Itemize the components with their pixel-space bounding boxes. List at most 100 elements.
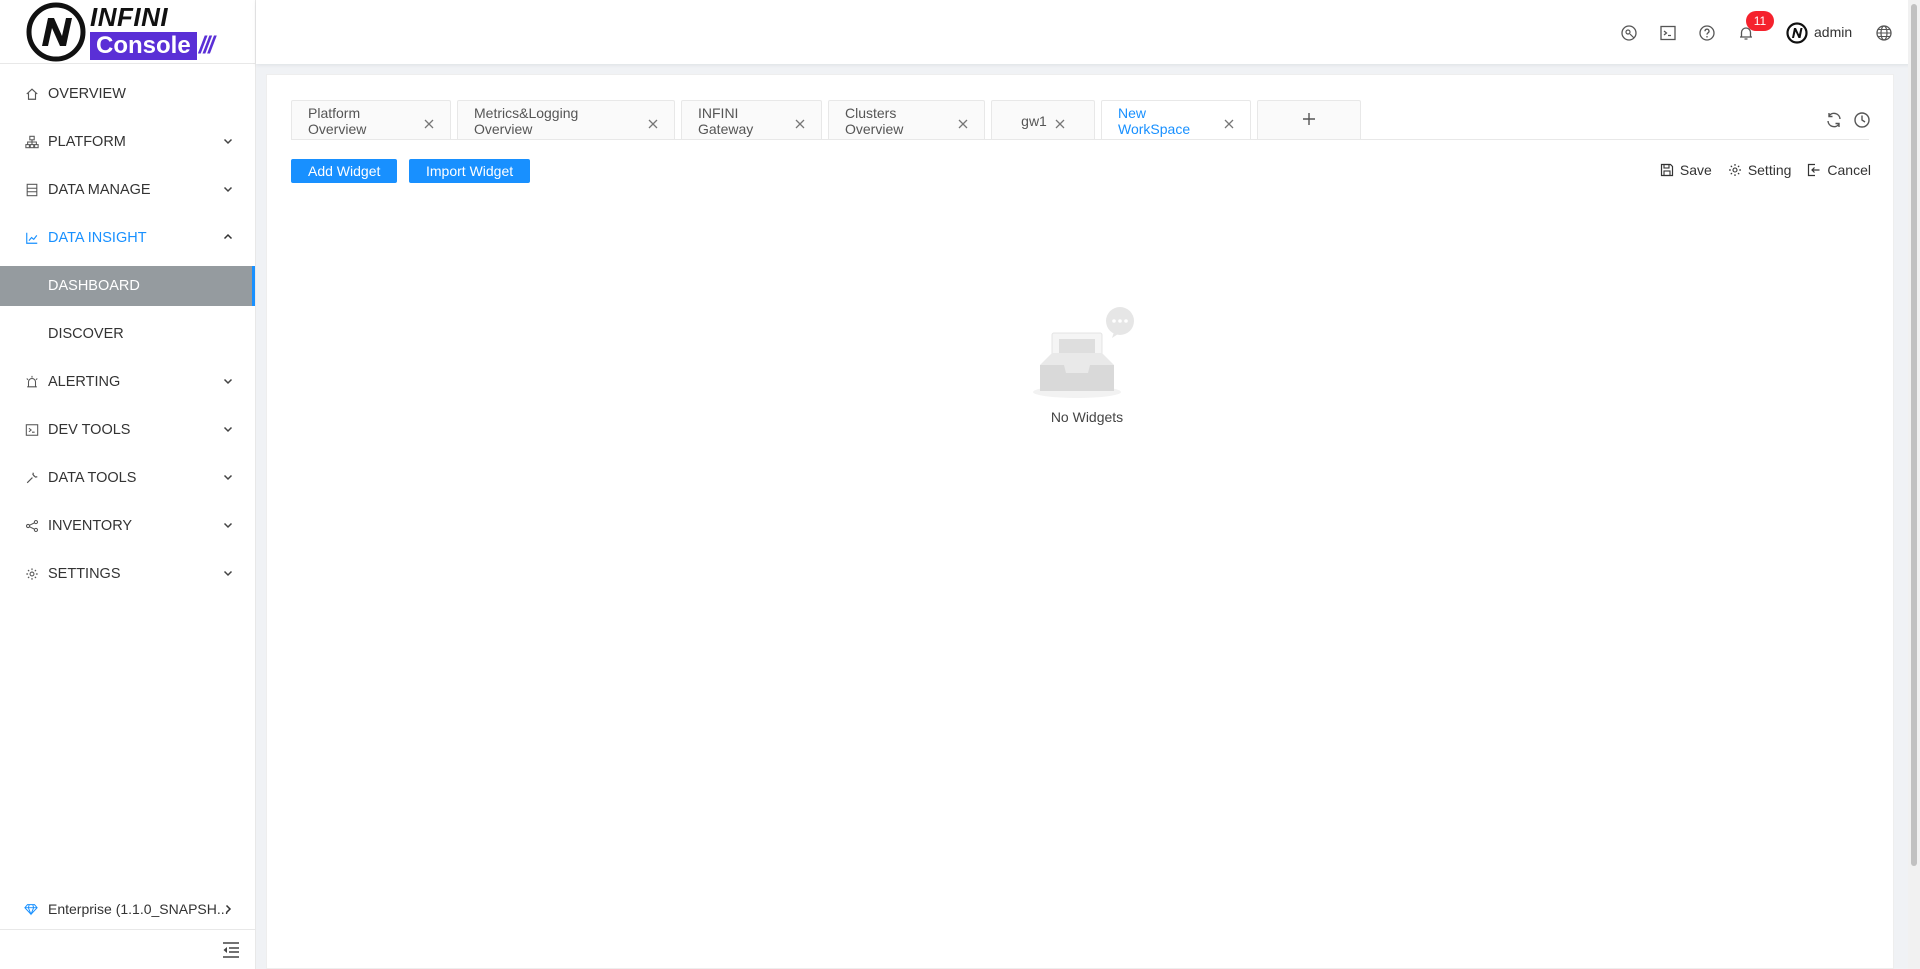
brand-name-bottom: Console [90,31,197,60]
globe-icon[interactable] [1875,24,1893,42]
sidebar-item-inventory[interactable]: INVENTORY [0,506,255,546]
sidebar-item-dashboard[interactable]: DASHBOARD [0,266,255,306]
close-icon[interactable] [424,116,434,128]
workspace-actions: Save Setting Cancel [1660,162,1871,178]
setting-button[interactable]: Setting [1728,162,1792,178]
chevron-down-icon [221,422,235,436]
import-widget-button[interactable]: Import Widget [409,159,531,183]
menu-fold-icon[interactable] [221,941,241,959]
chevron-down-icon [221,182,235,196]
sidebar-item-overview[interactable]: OVERVIEW [0,74,255,114]
chevron-right-icon [221,902,235,916]
sidebar: INFINI Console /// OVERVIEW PLATFORM DAT… [0,0,256,969]
tab-label: Platform Overview [308,104,367,137]
empty-state: No Widgets [1027,303,1147,425]
tab-label: gw1 [1021,112,1047,129]
chevron-down-icon [221,470,235,484]
tool-icon [24,470,40,486]
tab-metrics-logging-overview[interactable]: Metrics&Logging Overview [457,100,675,140]
sidebar-item-label: DISCOVER [48,326,124,342]
close-icon[interactable] [1224,116,1234,128]
empty-inbox-icon [1033,307,1134,398]
add-tab-button[interactable] [1257,100,1361,140]
sidebar-item-label: DEV TOOLS [48,422,131,438]
brand-logo[interactable]: INFINI Console /// [0,0,255,64]
sidebar-item-label: PLATFORM [48,134,126,150]
chevron-up-icon [221,230,235,244]
sidebar-item-label: OVERVIEW [48,86,126,102]
empty-state-text: No Widgets [1050,409,1124,425]
share-icon [24,518,40,534]
gear-icon [1728,163,1742,177]
refresh-icon[interactable] [1825,111,1843,129]
sidebar-item-label: DATA INSIGHT [48,230,147,246]
sitemap-icon [24,134,40,150]
save-label: Save [1679,162,1712,178]
sidebar-item-label: ALERTING [48,374,121,390]
brand-name-top: INFINI [90,1,169,32]
help-icon[interactable] [1698,24,1716,42]
sidebar-item-alerting[interactable]: ALERTING [0,362,255,402]
diamond-icon [24,901,40,917]
tab-label: Metrics&Logging Overview [474,104,579,137]
save-icon [1660,163,1674,177]
collapse-sidebar-row [0,929,255,969]
chart-icon [24,230,40,246]
plus-icon [1302,109,1316,132]
close-icon[interactable] [648,116,658,128]
sidebar-item-settings[interactable]: SETTINGS [0,554,255,594]
cluster-icon[interactable] [1620,24,1638,42]
tab-label: Clusters Overview [845,104,904,137]
terminal-icon [24,422,40,438]
tab-label: New WorkSpace [1118,104,1191,137]
home-icon [24,86,40,102]
chevron-down-icon [221,374,235,388]
close-icon[interactable] [958,116,968,128]
version-label: Enterprise (1.1.0_SNAPSH... [48,901,229,917]
tab-gw1[interactable]: gw1 [991,100,1095,140]
sidebar-item-discover[interactable]: DISCOVER [0,314,255,354]
user-avatar-icon[interactable] [1786,22,1808,44]
tab-new-workspace[interactable]: New WorkSpace [1101,100,1251,140]
close-icon[interactable] [1055,116,1065,128]
scrollbar-thumb[interactable] [1911,4,1917,866]
add-widget-button[interactable]: Add Widget [291,159,398,183]
top-header: 11 admin [256,0,1920,64]
console-icon[interactable] [1659,24,1677,42]
sidebar-item-data-manage[interactable]: DATA MANAGE [0,170,255,210]
user-name[interactable]: admin [1814,24,1852,40]
cancel-label: Cancel [1827,162,1871,178]
tabs-divider [291,139,1869,140]
notification-badge: 11 [1746,11,1774,31]
sidebar-item-data-tools[interactable]: DATA TOOLS [0,458,255,498]
dashboard-card: Platform Overview Metrics&Logging Overvi… [266,74,1894,969]
tab-label: INFINI Gateway [698,104,754,137]
setting-label: Setting [1747,162,1792,178]
sidebar-item-label: DASHBOARD [48,278,140,294]
chevron-down-icon [221,566,235,580]
sidebar-item-label: INVENTORY [48,518,133,534]
sidebar-item-label: DATA MANAGE [48,182,151,198]
exit-icon [1807,163,1821,177]
gear-icon [24,566,40,582]
cancel-button[interactable]: Cancel [1807,162,1871,178]
logo-mark-icon [26,2,86,62]
save-button[interactable]: Save [1660,162,1712,178]
close-icon[interactable] [795,116,805,128]
workspace-tabs: Platform Overview Metrics&Logging Overvi… [291,100,1367,140]
chevron-down-icon [221,134,235,148]
tab-clusters-overview[interactable]: Clusters Overview [828,100,985,140]
sidebar-item-platform[interactable]: PLATFORM [0,122,255,162]
brand-slashes: /// [198,31,215,59]
chevron-down-icon [221,518,235,532]
version-info[interactable]: Enterprise (1.1.0_SNAPSH... [0,889,255,929]
tab-tools [1825,111,1871,129]
database-icon [24,182,40,198]
sidebar-item-dev-tools[interactable]: DEV TOOLS [0,410,255,450]
clock-icon[interactable] [1853,111,1871,129]
tab-platform-overview[interactable]: Platform Overview [291,100,451,140]
page-scrollbar[interactable] [1908,0,1920,969]
sidebar-menu: OVERVIEW PLATFORM DATA MANAGE DATA INSIG… [0,64,255,594]
tab-infini-gateway[interactable]: INFINI Gateway [681,100,822,140]
sidebar-item-data-insight[interactable]: DATA INSIGHT [0,218,255,258]
